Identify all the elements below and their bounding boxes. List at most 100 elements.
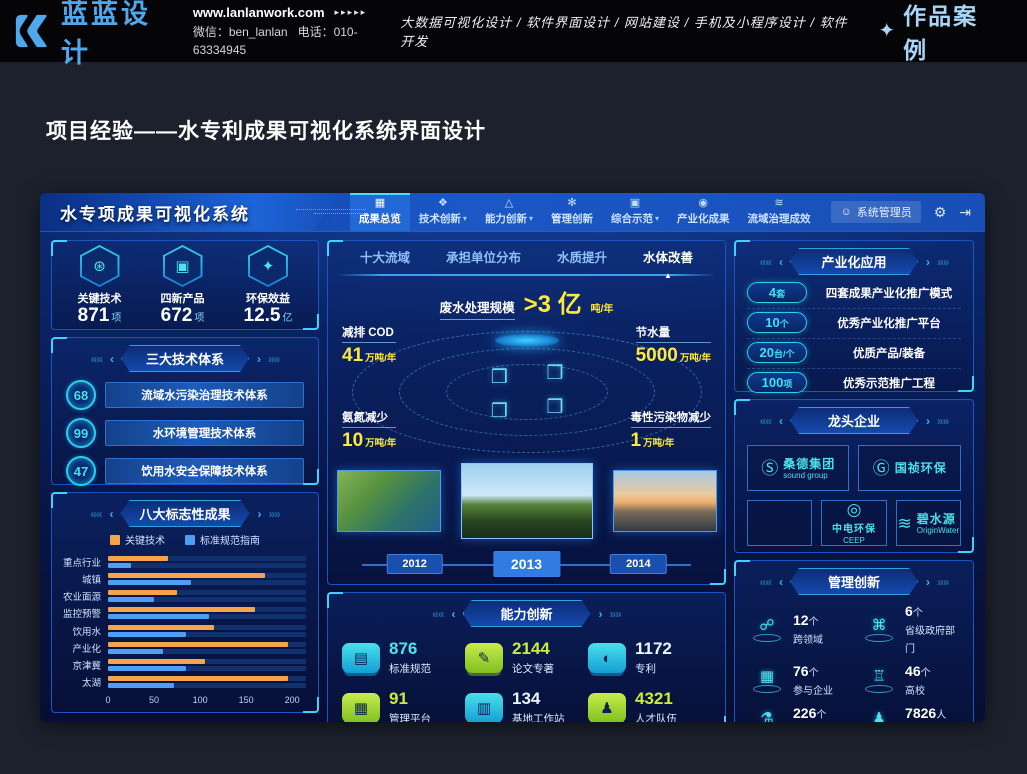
page-title: 项目经验——水专利成果可视化系统界面设计 <box>46 115 486 145</box>
achievements-chart-panel: ««‹ 八大标志性成果 ›»» 关键技术 标准规范指南 重点行业城镇农业面源监控… <box>51 492 319 713</box>
benefit-hex-icon: ✦ <box>262 257 275 275</box>
chevrons-left-icon: «« <box>91 352 102 366</box>
sound-group-icon: Ⓢ <box>761 460 778 477</box>
product-hex-icon: ▣ <box>175 257 189 275</box>
bar-row: 京津冀 <box>52 658 318 672</box>
cube-icon: ❒ <box>491 400 508 423</box>
tab-ten-basins[interactable]: 十大流域 <box>360 247 410 266</box>
chevrons-right-icon: »» <box>937 575 948 589</box>
year-button-2014[interactable]: 2014 <box>610 554 666 574</box>
bar-chart-axis: 050100150200 <box>108 694 306 709</box>
capability-panel: ««‹ 能力创新 ›»» ▤ 876标准规范 ✎ 2144论文专著 ◐ <box>327 592 726 722</box>
stat-new-products: ▣ 四新产品 672项 <box>161 245 205 327</box>
chevron-right-icon: › <box>926 255 929 269</box>
bar-track <box>108 573 306 578</box>
tab-unit-distribution[interactable]: 承担单位分布 <box>446 247 521 266</box>
bar-track <box>108 607 306 612</box>
nav-tab-management-innovation[interactable]: ✻ 管理创新 <box>542 193 602 231</box>
logo-ceep: ◎中电环保CEEP <box>821 500 886 546</box>
chevron-left-icon: ‹ <box>110 352 113 366</box>
chevrons-left-icon: «« <box>760 575 771 589</box>
logout-icon[interactable]: ⇥ <box>959 205 971 219</box>
industrial-row: 10个 优秀产业化推广平台 <box>747 309 961 339</box>
photo-2014[interactable] <box>613 470 717 532</box>
photo-carousel <box>328 458 725 544</box>
capability-grid: ▤ 876标准规范 ✎ 2144论文专著 ◐ 1172专利 ▦ 91管理平台 <box>328 627 725 722</box>
portfolio-link[interactable]: ✦ 作品案例 <box>878 0 997 65</box>
industrial-row: 100项 优秀示范推广工程 <box>747 369 961 398</box>
stat-unit: 项 <box>111 313 121 324</box>
chevrons-right-icon: »» <box>610 607 621 621</box>
nav-tab-capability-innovation[interactable]: △ 能力创新▾ <box>476 193 542 231</box>
tab-water-quality[interactable]: 水质提升 <box>557 247 607 266</box>
arrows-icon: ▸▸▸▸▸ <box>335 6 368 20</box>
stat-label: 人才队伍 <box>635 713 677 722</box>
metric-label: 毒性污染物减少 <box>631 409 712 428</box>
tech-count: 47 <box>66 456 96 486</box>
logo-guozhen: Ⓖ 国祯环保 <box>858 445 961 491</box>
metric-label: 节水量 <box>636 324 711 343</box>
stat-label: 标准规范 <box>389 663 431 675</box>
bar-row: 太湖 <box>52 675 318 689</box>
stat-value: 672 <box>161 305 193 326</box>
metric-unit: 万吨/年 <box>365 353 396 364</box>
bar-track <box>108 683 306 688</box>
service-links[interactable]: 大数据可视化设计 / 软件界面设计 / 网站建设 / 手机及小程序设计 / 软件… <box>400 12 852 50</box>
cube-icon: ❒ <box>546 362 563 385</box>
tab-water-improvement[interactable]: 水体改善▲ <box>643 247 693 266</box>
metric-unit: 万吨/年 <box>680 353 711 364</box>
bar-fill <box>108 659 205 664</box>
nav-tab-basin-governance[interactable]: ≋ 流域治理成效 <box>738 193 819 231</box>
chevron-left-icon: ‹ <box>109 507 112 521</box>
headline-unit: 吨/年 <box>591 300 614 315</box>
panel-title: 能力创新 <box>463 600 591 627</box>
wastewater-headline: 废水处理规模 >3 亿 吨/年 <box>328 284 725 320</box>
bar-fill <box>108 563 131 568</box>
medal-icon: ◉ <box>698 198 708 209</box>
nav-tab-tech-innovation[interactable]: ❖ 技术创新▾ <box>410 193 476 231</box>
chevron-left-icon: ‹ <box>779 255 782 269</box>
nav-tab-comprehensive-demo[interactable]: ▣ 综合示范▾ <box>602 193 668 231</box>
management-grid: ☍ 12个跨领域 ⌘ 6个省级政府部门 ▦ 76个参与企业 ♖ 46个高校 <box>735 595 973 722</box>
logo-originwater: ≋ 碧水源OriginWater <box>896 500 961 546</box>
stat-universities: ♖ 46个高校 <box>861 663 963 699</box>
stat-value: 91 <box>389 689 408 708</box>
year-button-2012[interactable]: 2012 <box>386 554 442 574</box>
center-column: 十大流域 承担单位分布 水质提升 水体改善▲ 废水处理规模 >3 亿 吨/年 <box>327 240 726 713</box>
metric-value: 1 <box>631 430 642 451</box>
bar-track <box>108 597 306 602</box>
count-pill: 4套 <box>747 282 807 303</box>
count-pill: 100项 <box>747 372 807 393</box>
tech-label[interactable]: 水环境管理技术体系 <box>105 420 304 446</box>
lanlan-logo[interactable]: 蓝蓝设计 <box>14 0 173 70</box>
stat-papers: ✎ 2144论文专著 <box>465 639 588 677</box>
dashboard-nav: ▦ 成果总览 ❖ 技术创新▾ △ 能力创新▾ ✻ 管理创新 ▣ 综合示范▾ ◉ … <box>350 193 820 231</box>
enterprise-logo-grid: Ⓢ 桑德集团sound group Ⓖ 国祯环保 ◎中电环保CEEP ≋ 碧水源… <box>735 434 973 552</box>
user-chip[interactable]: ☺ 系统管理员 <box>831 201 920 223</box>
axis-tick: 150 <box>239 695 254 705</box>
tech-system-row: 99 水环境管理技术体系 <box>54 414 314 452</box>
stat-label: 环保效益 <box>246 290 290 306</box>
tech-label[interactable]: 流域水污染治理技术体系 <box>105 382 304 408</box>
waves-icon: ≋ <box>774 198 783 209</box>
chevron-down-icon: ▾ <box>463 214 467 223</box>
bar-fill <box>108 642 288 647</box>
bar-fill <box>108 573 265 578</box>
year-button-2013[interactable]: 2013 <box>493 551 560 577</box>
metric-value: 5000 <box>636 345 678 366</box>
gear-icon[interactable]: ⚙ <box>934 205 947 219</box>
tech-label[interactable]: 饮用水安全保障技术体系 <box>105 458 304 484</box>
circuit-decoration <box>270 206 366 214</box>
tab-underline <box>336 274 717 276</box>
portfolio-label: 作品案例 <box>903 0 997 65</box>
photo-2012[interactable] <box>337 470 441 532</box>
nav-tab-industrial-achievements[interactable]: ◉ 产业化成果 <box>668 193 739 231</box>
right-column: ««‹ 产业化应用 ›»» 4套 四套成果产业化推广模式 10个 优秀产业化推广… <box>734 240 974 713</box>
chevrons-right-icon: »» <box>268 352 279 366</box>
bar-fill <box>108 556 168 561</box>
photo-2013[interactable] <box>461 463 593 539</box>
atom-icon: ❖ <box>438 198 448 209</box>
year-timeline: 2012 2013 2014 <box>362 550 691 578</box>
bar-track <box>108 666 306 671</box>
bar-track <box>108 632 306 637</box>
